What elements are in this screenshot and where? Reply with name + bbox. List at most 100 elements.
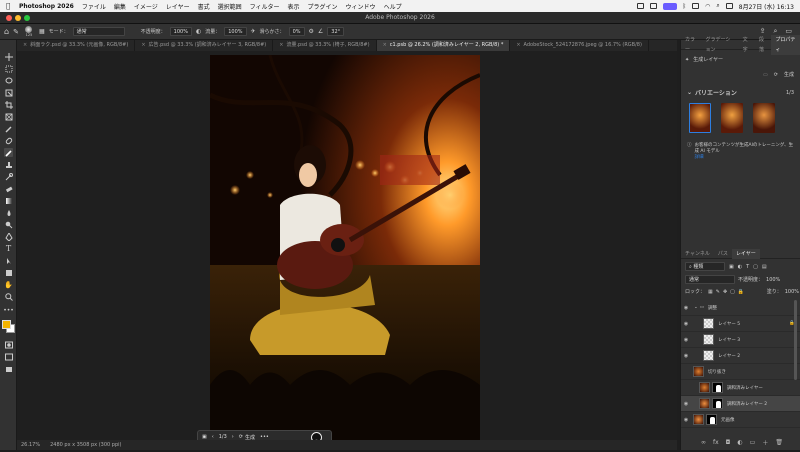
visibility-eye-icon[interactable]: ◉ (681, 337, 691, 343)
battery-icon[interactable] (692, 3, 700, 9)
layer-row[interactable]: 切り抜き (681, 364, 800, 380)
brush-settings-icon[interactable]: ▦ (39, 28, 45, 35)
chevron-down-icon[interactable]: ⌄ (694, 305, 698, 310)
link-icon[interactable]: ▭ (763, 72, 768, 78)
layer-filter-select[interactable]: ⌕ 種類 (685, 262, 725, 271)
flow-input[interactable]: 100% (224, 27, 247, 36)
healing-brush-tool-icon[interactable] (4, 136, 13, 145)
delete-layer-icon[interactable]: 🗑 (775, 439, 783, 446)
variation-thumb[interactable] (689, 103, 711, 133)
lock-move-icon[interactable]: ✥ (723, 289, 727, 295)
chevron-down-icon[interactable]: ⌄ (687, 89, 692, 96)
visibility-eye-icon[interactable]: ◉ (681, 401, 691, 407)
lock-pixels-icon[interactable]: ▦ (708, 289, 713, 295)
visibility-eye-icon[interactable]: ◉ (681, 417, 691, 423)
wifi-icon[interactable]: ◠ (705, 3, 710, 10)
layer-row[interactable]: ◉ レイヤー 5 🔒 (681, 316, 800, 332)
crop-tool-icon[interactable] (4, 100, 13, 109)
link-layers-icon[interactable]: ∞ (701, 439, 706, 446)
lock-artboard-icon[interactable]: ▢ (730, 289, 735, 295)
close-tab-icon[interactable]: × (279, 40, 283, 51)
visibility-eye-icon[interactable]: ◉ (681, 305, 691, 311)
menu-layer[interactable]: レイヤー (166, 2, 190, 11)
canvas-image[interactable] (210, 55, 480, 440)
variations-header[interactable]: ⌄ バリエーション 1/3 (681, 78, 800, 101)
foreground-color-swatch[interactable] (2, 320, 11, 329)
home-icon[interactable]: ⌂ (4, 27, 9, 36)
layer-mask-thumbnail[interactable] (706, 414, 717, 425)
zoom-tool-icon[interactable] (4, 292, 13, 301)
tab-color[interactable]: カラー (681, 35, 702, 55)
layer-row[interactable]: ◉ レイヤー 3 (681, 332, 800, 348)
status-icon[interactable] (636, 3, 644, 9)
document-info[interactable]: 2480 px x 3508 px (300 ppi) (50, 442, 121, 448)
dodge-tool-icon[interactable] (4, 220, 13, 229)
menu-view[interactable]: 表示 (288, 2, 300, 11)
menu-plugins[interactable]: プラグイン (308, 2, 338, 11)
frame-tool-icon[interactable] (4, 112, 13, 121)
doc-tab[interactable]: × 流量.psd @ 33.3% (椅子, RGB/8#) (273, 40, 377, 51)
tab-paths[interactable]: パス (714, 249, 732, 259)
blur-tool-icon[interactable] (4, 208, 13, 217)
eyedropper-tool-icon[interactable] (4, 124, 13, 133)
close-tab-icon[interactable]: × (141, 40, 145, 51)
menu-file[interactable]: ファイル (82, 2, 106, 11)
tab-gradient[interactable]: グラデーション (702, 35, 739, 55)
brush-tool-icon[interactable]: ✎ (13, 28, 19, 36)
clock-text[interactable]: 8月27日 (水) 16:13 (739, 2, 794, 11)
variation-thumb[interactable] (753, 103, 775, 133)
new-group-icon[interactable]: ▭ (750, 439, 756, 446)
object-select-tool-icon[interactable] (4, 88, 13, 97)
menu-edit[interactable]: 編集 (114, 2, 126, 11)
filter-pixel-icon[interactable]: ▣ (729, 264, 734, 270)
variation-thumb[interactable] (721, 103, 743, 133)
close-window-icon[interactable] (6, 15, 12, 21)
menu-image[interactable]: イメージ (134, 2, 158, 11)
bluetooth-icon[interactable]: ᛒ (683, 3, 687, 10)
close-tab-icon[interactable]: × (383, 40, 387, 51)
screen-record-icon[interactable] (662, 2, 677, 10)
tab-channels[interactable]: チャンネル (681, 249, 714, 259)
pressure-opacity-icon[interactable]: ◐ (196, 28, 201, 35)
adjustment-layer-icon[interactable]: ◐ (737, 439, 742, 446)
layer-row[interactable]: 調和済みレイヤー (681, 380, 800, 396)
path-selection-tool-icon[interactable] (4, 256, 13, 265)
smoothing-settings-icon[interactable]: ⚙ (309, 28, 314, 35)
more-tools-icon[interactable]: ••• (3, 306, 14, 315)
marquee-tool-icon[interactable] (4, 64, 13, 73)
learn-more-link[interactable]: 詳細 (695, 155, 704, 160)
add-mask-icon[interactable]: ◘ (726, 439, 731, 446)
menu-select[interactable]: 選択範囲 (218, 2, 242, 11)
filter-smart-icon[interactable]: ▤ (762, 264, 767, 270)
lock-paint-icon[interactable]: ✎ (716, 289, 720, 295)
filter-type-icon[interactable]: T (746, 264, 749, 270)
control-center-icon[interactable] (725, 3, 733, 9)
tab-properties[interactable]: プロパティ (771, 34, 800, 55)
apple-icon[interactable]:  (6, 2, 13, 10)
hand-tool-icon[interactable]: ✋ (4, 280, 13, 289)
mode-select[interactable]: 通常 (72, 27, 125, 36)
properties-generate-button[interactable]: 生成 (784, 71, 794, 78)
tab-layers[interactable]: レイヤー (731, 248, 760, 259)
filter-adjust-icon[interactable]: ◐ (738, 264, 742, 270)
clone-stamp-tool-icon[interactable] (4, 160, 13, 169)
app-menu[interactable]: Photoshop 2026 (19, 3, 74, 10)
history-brush-tool-icon[interactable] (4, 172, 13, 181)
fill-input[interactable]: 100% (785, 289, 799, 295)
menu-window[interactable]: ウィンドウ (346, 2, 376, 11)
status-icon[interactable] (649, 3, 657, 9)
minimize-window-icon[interactable] (15, 15, 21, 21)
lasso-tool-icon[interactable] (4, 76, 13, 85)
layer-row-selected[interactable]: ◉ 調和済みレイヤー 2 (681, 396, 800, 412)
zoom-window-icon[interactable] (24, 15, 30, 21)
artboard-icon[interactable] (4, 364, 13, 373)
eraser-tool-icon[interactable] (4, 184, 13, 193)
layer-row[interactable]: ◉ 元画像 (681, 412, 800, 428)
lock-all-icon[interactable]: 🔒 (738, 289, 744, 295)
layer-row[interactable]: ◉ レイヤー 2 (681, 348, 800, 364)
menu-filter[interactable]: フィルター (250, 2, 280, 11)
doc-tab[interactable]: × 斜面ラク.psd @ 33.3% (元画像, RGB/8#) (17, 40, 136, 51)
airbrush-icon[interactable]: ✈ (251, 28, 256, 35)
layer-style-icon[interactable]: fx (713, 439, 719, 446)
gradient-tool-icon[interactable] (4, 196, 13, 205)
